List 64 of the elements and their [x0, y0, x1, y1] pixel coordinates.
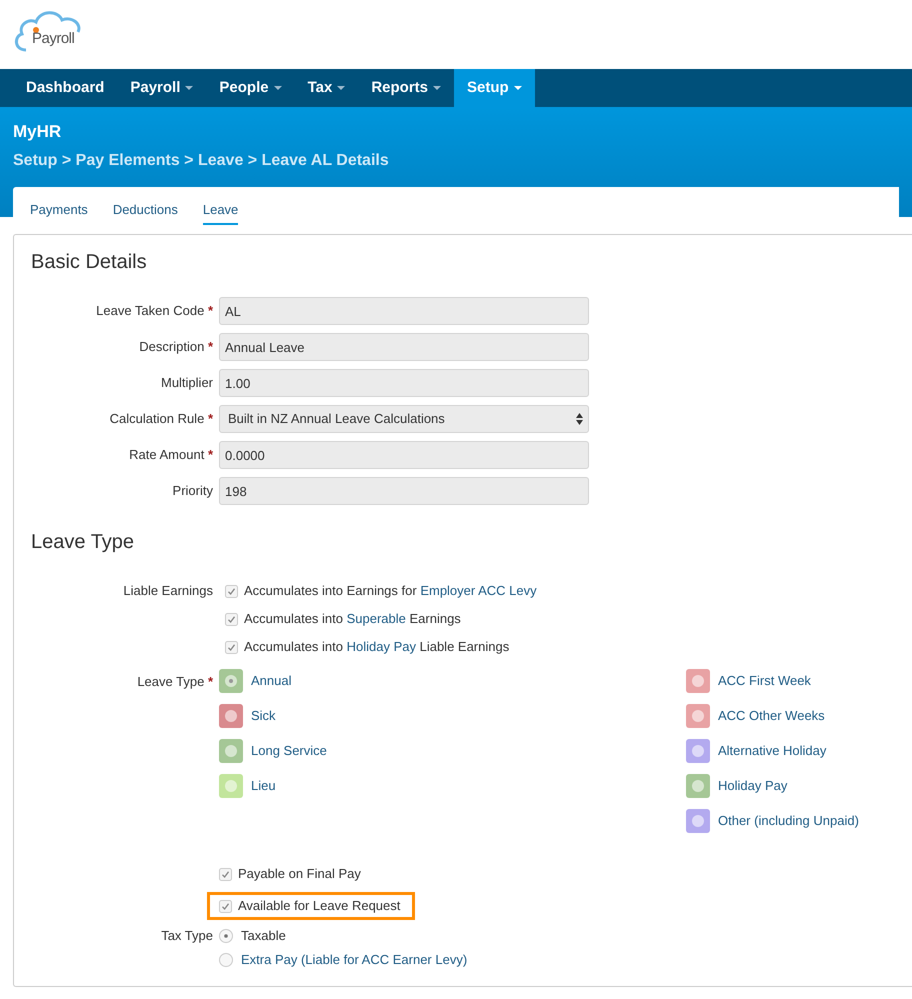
- checkbox-label: Available for Leave Request: [238, 897, 400, 916]
- leave-type-radio[interactable]: [219, 739, 243, 763]
- section-heading: Leave Type: [31, 530, 136, 555]
- leave-type-radio[interactable]: [219, 704, 243, 728]
- field-label: Leave Taken Code *: [95, 302, 214, 320]
- link[interactable]: Employer ACC Levy: [420, 583, 537, 598]
- leave-type-label[interactable]: Lieu: [251, 776, 276, 796]
- checkbox[interactable]: [225, 640, 238, 654]
- leave-type-radio[interactable]: [219, 774, 243, 798]
- radio-label: Taxable: [241, 927, 286, 946]
- nav-item[interactable]: Reports: [358, 69, 454, 107]
- field-label: Priority: [172, 482, 214, 500]
- checkbox-label: Accumulates into Earnings for Employer ACC Levy: [244, 582, 537, 600]
- leave-type-label[interactable]: Long Service: [251, 741, 327, 761]
- nav-item[interactable]: People: [206, 69, 295, 107]
- nav-item[interactable]: Payroll: [117, 69, 206, 107]
- radio-button[interactable]: [219, 953, 233, 967]
- checkbox-label: Accumulates into Holiday Pay Liable Earnings: [244, 638, 510, 656]
- checkbox-label: Payable on Final Pay: [238, 865, 361, 884]
- checkbox[interactable]: [225, 584, 238, 598]
- checkbox[interactable]: [219, 900, 232, 912]
- leave-type-radio[interactable]: [219, 669, 243, 693]
- field-label: Tax Type: [160, 927, 214, 946]
- field-label: Liable Earnings: [122, 582, 214, 600]
- link[interactable]: Holiday Pay: [346, 639, 416, 654]
- input-field[interactable]: AL: [219, 297, 589, 325]
- leave-type-radio[interactable]: [686, 809, 710, 833]
- section-heading: Basic Details: [31, 250, 148, 275]
- tab[interactable]: Payments: [30, 186, 88, 224]
- field-label: Calculation Rule *: [108, 410, 214, 428]
- leave-type-radio[interactable]: [686, 704, 710, 728]
- nav-item[interactable]: Dashboard: [13, 69, 118, 107]
- input-field[interactable]: 198: [219, 477, 589, 505]
- leave-type-label[interactable]: ACC Other Weeks: [718, 706, 825, 726]
- leave-type-label[interactable]: Alternative Holiday: [718, 741, 826, 761]
- leave-type-label[interactable]: Annual: [251, 671, 292, 691]
- leave-type-radio[interactable]: [686, 739, 710, 763]
- link[interactable]: Superable: [346, 611, 406, 626]
- field-label: Multiplier: [160, 374, 214, 392]
- nav-item[interactable]: Tax: [294, 69, 358, 107]
- breadcrumb: Setup > Pay Elements > Leave > Leave AL Details: [13, 150, 390, 170]
- checkbox[interactable]: [219, 868, 232, 880]
- leave-type-label[interactable]: ACC First Week: [718, 671, 811, 691]
- input-field[interactable]: 0.0000: [219, 441, 589, 469]
- logo-text: Payroll: [32, 28, 74, 49]
- checkbox[interactable]: [225, 612, 238, 626]
- field-label: Description *: [138, 338, 214, 356]
- leave-type-radio[interactable]: [686, 669, 710, 693]
- page-title: MyHR: [13, 121, 62, 143]
- leave-type-label[interactable]: Holiday Pay: [718, 776, 788, 796]
- checkbox-label: Accumulates into Superable Earnings: [244, 610, 461, 628]
- select-field[interactable]: Built in NZ Annual Leave Calculations: [219, 405, 589, 433]
- leave-type-radio[interactable]: [686, 774, 710, 798]
- sort-arrows-icon: [576, 413, 583, 425]
- radio-button[interactable]: [219, 929, 233, 943]
- leave-type-label[interactable]: Sick: [251, 706, 276, 726]
- field-label: Leave Type *: [136, 673, 214, 691]
- input-field[interactable]: Annual Leave: [219, 333, 589, 361]
- radio-label[interactable]: Extra Pay (Liable for ACC Earner Levy): [241, 950, 468, 970]
- input-field[interactable]: 1.00: [219, 369, 589, 397]
- tab[interactable]: Deductions: [112, 186, 178, 224]
- field-label: Rate Amount *: [128, 446, 214, 464]
- tab[interactable]: Leave: [202, 186, 238, 224]
- leave-type-label[interactable]: Other (including Unpaid): [718, 811, 859, 831]
